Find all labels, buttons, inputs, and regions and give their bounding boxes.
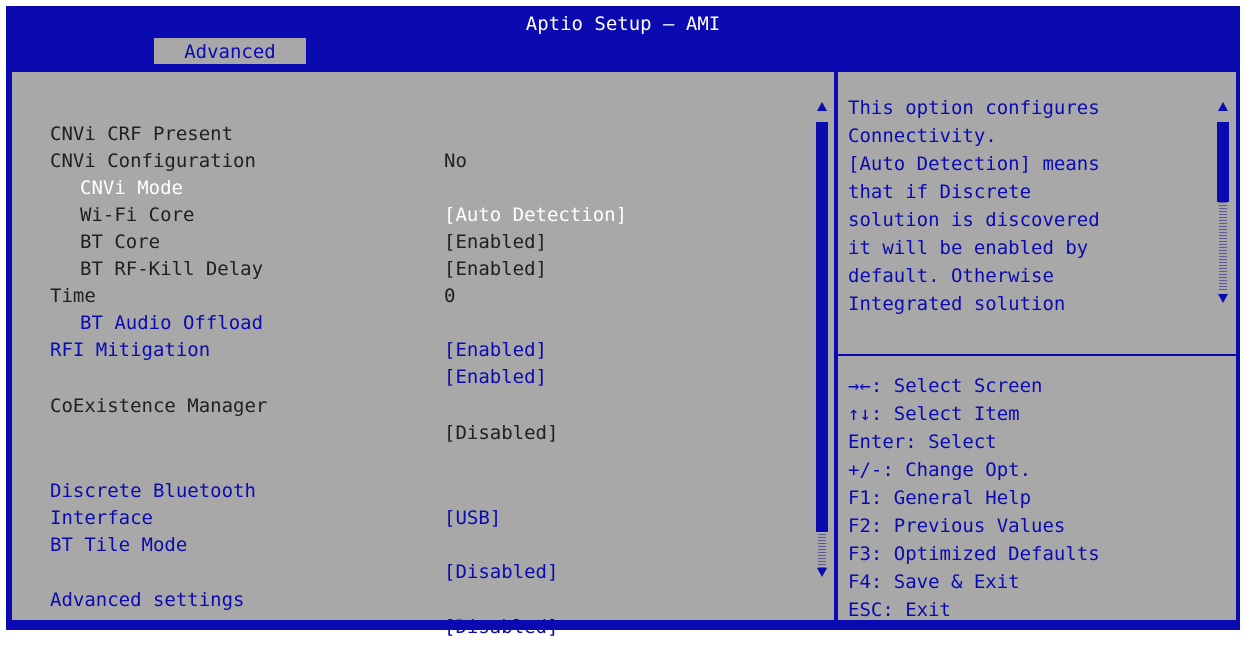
- setting-row-cnvi-configuration: CNVi Configuration: [12, 121, 812, 172]
- setting-label: Advanced settings: [50, 589, 245, 611]
- key-hint-change-opt: +/-: Change Opt.: [848, 459, 1032, 481]
- scroll-up-arrow-icon[interactable]: [817, 102, 827, 111]
- help-divider: [838, 354, 1236, 356]
- setting-value[interactable]: [Disabled]: [444, 614, 558, 641]
- help-text-line: it will be enabled by: [848, 237, 1089, 259]
- setting-row-bt-rf-kill-delay: BT RF-Kill Delay 0: [12, 229, 812, 307]
- scroll-thumb[interactable]: [1217, 122, 1229, 202]
- scroll-down-arrow-icon[interactable]: [1218, 294, 1228, 303]
- window-title: Aptio Setup – AMI: [525, 13, 721, 35]
- scroll-up-arrow-icon[interactable]: [1218, 102, 1228, 111]
- setting-row-discrete-bluetooth[interactable]: Discrete Bluetooth [USB]: [12, 451, 812, 529]
- help-text-line: This option configures: [848, 97, 1100, 119]
- main-frame: CNVi CRF Present No CNVi Configuration C…: [6, 64, 1240, 638]
- setting-label: CoExistence Manager: [50, 395, 268, 417]
- key-hint-select-item: ↑↓: Select Item: [848, 403, 1020, 425]
- help-text-line: Connectivity.: [848, 125, 997, 147]
- setting-row-wifi-core: Wi-Fi Core [Enabled]: [12, 175, 812, 253]
- help-text-line: default. Otherwise: [848, 265, 1054, 287]
- setting-row-discrete-bluetooth-cont: Interface: [12, 478, 812, 529]
- setting-label: RFI Mitigation: [50, 339, 211, 361]
- setting-value: [Disabled]: [444, 422, 559, 444]
- setting-row-advanced-settings[interactable]: Advanced settings [Disabled]: [12, 560, 812, 638]
- title-bar: Aptio Setup – AMI Advanced: [6, 6, 1240, 64]
- key-hint-optimized-defaults: F3: Optimized Defaults: [848, 543, 1100, 565]
- key-hint-enter: Enter: Select: [848, 431, 997, 453]
- setting-row-bt-core: BT Core [Enabled]: [12, 202, 812, 280]
- key-hint-previous-values: F2: Previous Values: [848, 515, 1066, 537]
- help-text-line: that if Discrete: [848, 181, 1032, 203]
- key-hint-esc-exit: ESC: Exit: [848, 599, 951, 621]
- help-panel: This option configures Connectivity. [Au…: [836, 70, 1238, 622]
- scroll-thumb[interactable]: [816, 122, 828, 532]
- tab-advanced[interactable]: Advanced: [154, 38, 306, 64]
- setting-row-bt-audio-offload[interactable]: BT Audio Offload [Enabled]: [12, 283, 812, 361]
- scroll-track[interactable]: [1219, 202, 1227, 290]
- scroll-track[interactable]: [818, 532, 826, 568]
- setting-row-coexistence-manager: CoExistence Manager [Disabled]: [12, 366, 812, 444]
- setting-row-bt-tile-mode[interactable]: BT Tile Mode [Disabled]: [12, 505, 812, 583]
- scroll-down-arrow-icon[interactable]: [817, 568, 827, 577]
- key-hint-save-exit: F4: Save & Exit: [848, 571, 1020, 593]
- setting-row-bt-rf-kill-delay-cont: Time: [12, 256, 812, 307]
- settings-panel: CNVi CRF Present No CNVi Configuration C…: [10, 70, 836, 638]
- help-text-line: Integrated solution: [848, 293, 1066, 315]
- setting-label: BT Tile Mode: [50, 534, 188, 556]
- help-text-line: solution is discovered: [848, 209, 1100, 231]
- help-text-line: [Auto Detection] means: [848, 153, 1100, 175]
- setting-row-cnvi-crf-present: CNVi CRF Present No: [12, 94, 812, 172]
- key-hint-general-help: F1: General Help: [848, 487, 1032, 509]
- setting-row-cnvi-mode[interactable]: CNVi Mode [Auto Detection]: [12, 148, 812, 226]
- setting-row-rfi-mitigation[interactable]: RFI Mitigation [Enabled]: [12, 310, 812, 388]
- key-hint-select-screen: →←: Select Screen: [848, 375, 1043, 397]
- setting-value[interactable]: [Enabled]: [444, 337, 547, 364]
